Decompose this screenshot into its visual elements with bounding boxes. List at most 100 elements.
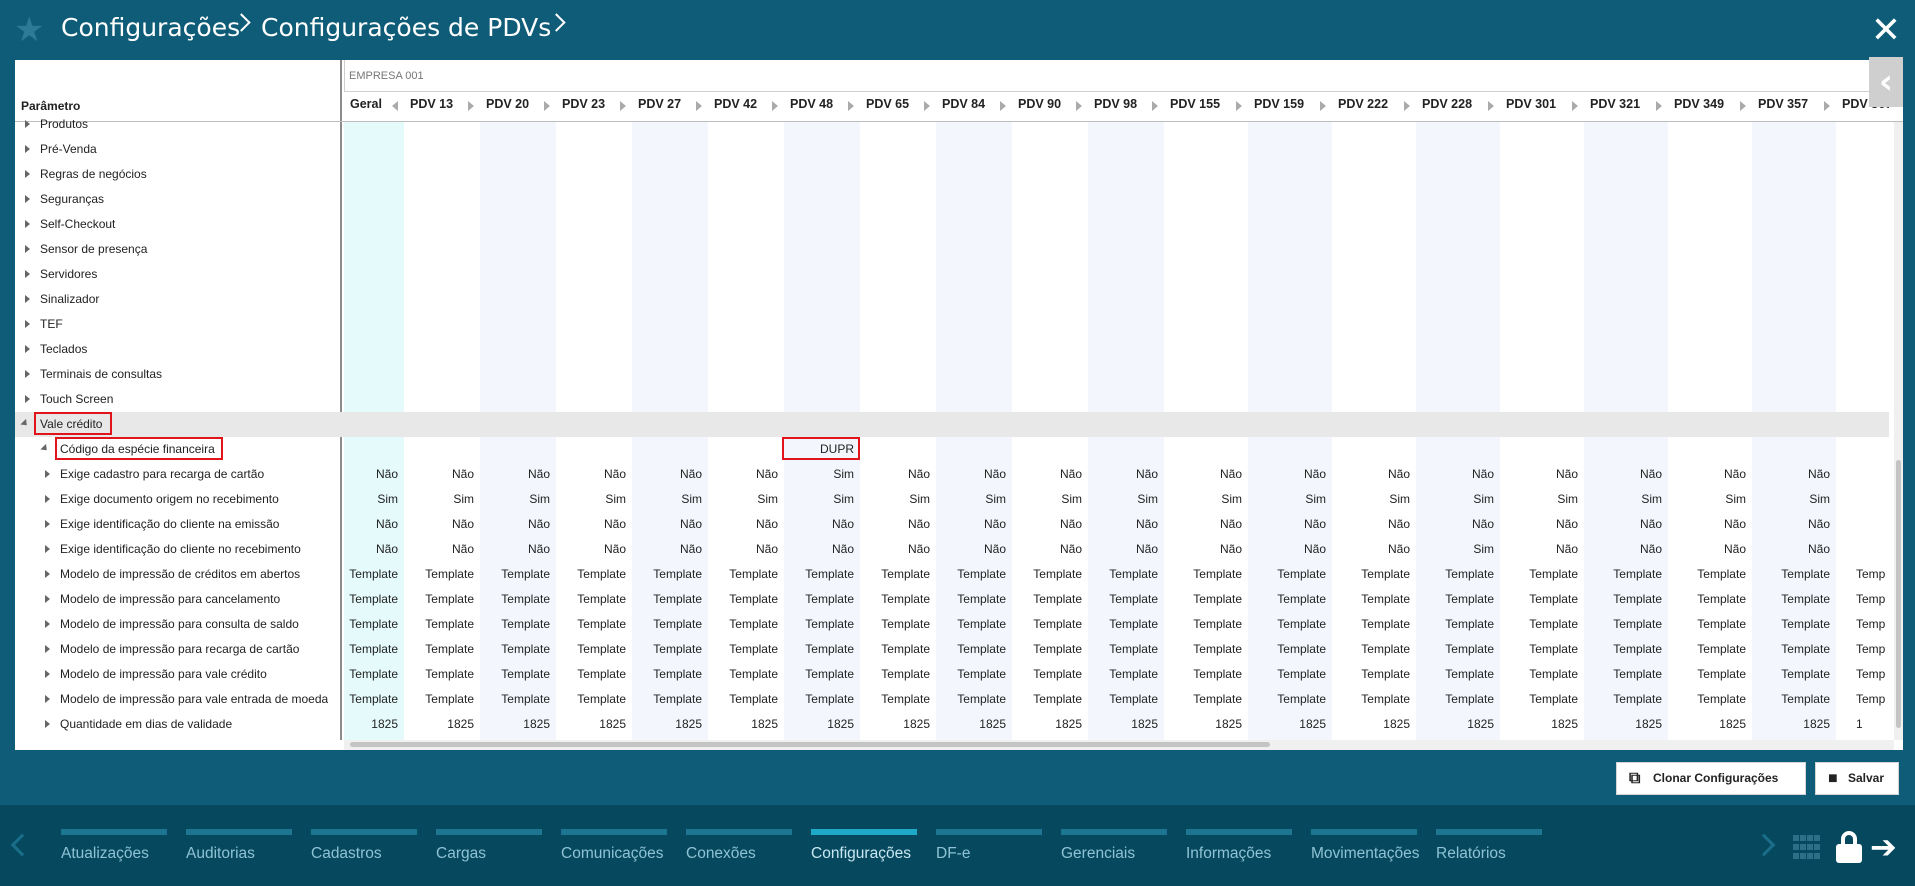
value-cell[interactable]: Template <box>1332 667 1410 681</box>
value-cell[interactable]: Temp <box>1856 592 1889 606</box>
value-cell[interactable]: Não <box>1164 542 1242 556</box>
value-cell[interactable]: Template <box>1248 667 1326 681</box>
nav-item[interactable]: Conexões <box>686 829 792 869</box>
nav-item[interactable]: Configurações <box>811 829 917 869</box>
value-cell[interactable]: Template <box>480 567 550 581</box>
column-header[interactable]: PDV 65 <box>866 97 909 111</box>
value-cell[interactable]: 1825 <box>936 717 1006 731</box>
collapse-panel-icon[interactable]: ‹ <box>1869 57 1903 107</box>
value-cell[interactable]: 1825 <box>1500 717 1578 731</box>
value-cell[interactable]: Não <box>936 542 1006 556</box>
value-cell[interactable]: Não <box>632 517 702 531</box>
value-cell[interactable]: Não <box>1248 517 1326 531</box>
group-row[interactable]: Sinalizador <box>15 287 1889 312</box>
nav-item[interactable]: Movimentações <box>1311 829 1420 869</box>
value-cell[interactable]: Template <box>1500 692 1578 706</box>
value-cell[interactable]: Temp <box>1856 642 1889 656</box>
value-cell[interactable]: Template <box>1416 667 1494 681</box>
value-cell[interactable]: Não <box>1584 467 1662 481</box>
collapse-arrow-icon[interactable] <box>40 443 50 454</box>
value-cell[interactable]: Template <box>556 642 626 656</box>
nav-item[interactable]: DF-e <box>936 829 1042 869</box>
value-cell[interactable]: Template <box>1584 592 1662 606</box>
expand-arrow-icon[interactable] <box>45 545 50 553</box>
value-cell[interactable]: Não <box>860 517 930 531</box>
value-cell[interactable]: Não <box>860 467 930 481</box>
value-cell[interactable]: Template <box>480 667 550 681</box>
value-cell[interactable]: Sim <box>404 492 474 506</box>
value-cell[interactable]: Template <box>1088 617 1158 631</box>
value-cell[interactable]: 1825 <box>860 717 930 731</box>
collapse-arrow-icon[interactable] <box>20 418 30 429</box>
apps-grid-icon[interactable] <box>1793 835 1821 861</box>
expand-arrow-icon[interactable] <box>45 470 50 478</box>
value-cell[interactable]: Template <box>1164 617 1242 631</box>
parameter-row[interactable]: Modelo de impressão para consulta de sal… <box>15 612 1889 637</box>
column-header[interactable]: PDV 321 <box>1590 97 1640 111</box>
expand-arrow-icon[interactable] <box>45 570 50 578</box>
value-cell[interactable]: Template <box>632 592 702 606</box>
value-cell[interactable]: Template <box>1248 642 1326 656</box>
arrow-right-icon[interactable] <box>1656 101 1662 111</box>
value-cell[interactable]: Template <box>1416 617 1494 631</box>
column-header[interactable]: PDV 20 <box>486 97 529 111</box>
value-cell[interactable]: Template <box>860 692 930 706</box>
value-cell[interactable]: Não <box>480 542 550 556</box>
group-row[interactable]: Self-Checkout <box>15 212 1889 237</box>
value-cell[interactable]: Não <box>1248 467 1326 481</box>
nav-item[interactable]: Relatórios <box>1436 829 1542 869</box>
value-cell[interactable]: 1825 <box>1248 717 1326 731</box>
value-cell[interactable]: Template <box>1584 667 1662 681</box>
value-cell[interactable]: Template <box>1584 642 1662 656</box>
value-cell[interactable]: Não <box>1332 467 1410 481</box>
value-cell[interactable]: Sim <box>556 492 626 506</box>
expand-arrow-icon[interactable] <box>25 295 30 303</box>
value-cell[interactable]: Template <box>784 642 854 656</box>
value-cell[interactable]: Não <box>556 517 626 531</box>
arrow-right-icon[interactable] <box>1740 101 1746 111</box>
value-cell[interactable]: Não <box>404 542 474 556</box>
value-cell[interactable]: Sim <box>1500 492 1578 506</box>
column-header[interactable]: PDV 27 <box>638 97 681 111</box>
parameter-row[interactable]: Modelo de impressão para recarga de cart… <box>15 637 1889 662</box>
value-cell[interactable]: Template <box>556 667 626 681</box>
value-cell[interactable]: 1825 <box>708 717 778 731</box>
value-cell[interactable]: Template <box>1668 642 1746 656</box>
nav-item[interactable]: Atualizações <box>61 829 167 869</box>
vertical-scrollbar-thumb[interactable] <box>1896 460 1901 728</box>
value-cell[interactable]: Template <box>480 642 550 656</box>
value-cell[interactable]: Sim <box>1416 542 1494 556</box>
value-cell[interactable]: Não <box>480 517 550 531</box>
arrow-right-icon[interactable] <box>620 101 626 111</box>
expand-arrow-icon[interactable] <box>45 695 50 703</box>
arrow-left-icon[interactable] <box>392 101 398 111</box>
arrow-right-icon[interactable] <box>1000 101 1006 111</box>
value-cell[interactable]: Template <box>1752 617 1830 631</box>
value-cell[interactable]: Template <box>1248 617 1326 631</box>
value-cell[interactable]: Sim <box>1752 492 1830 506</box>
value-cell[interactable]: Template <box>404 642 474 656</box>
value-cell[interactable]: Template <box>1012 692 1082 706</box>
value-cell[interactable]: Sim <box>1248 492 1326 506</box>
group-row[interactable]: Regras de negócios <box>15 162 1889 187</box>
column-header[interactable]: PDV 155 <box>1170 97 1220 111</box>
column-header[interactable]: PDV 301 <box>1506 97 1556 111</box>
value-cell[interactable]: Template <box>1668 667 1746 681</box>
value-cell[interactable]: Template <box>784 692 854 706</box>
value-cell[interactable]: Não <box>1416 467 1494 481</box>
value-cell[interactable]: Template <box>1416 567 1494 581</box>
value-cell[interactable]: Template <box>480 617 550 631</box>
logout-arrow-icon[interactable]: ➔ <box>1870 829 1906 865</box>
group-row[interactable]: Pré-Venda <box>15 137 1889 162</box>
value-cell[interactable]: 1825 <box>1668 717 1746 731</box>
arrow-right-icon[interactable] <box>468 101 474 111</box>
value-cell[interactable]: Template <box>1164 567 1242 581</box>
expand-arrow-icon[interactable] <box>25 320 30 328</box>
value-cell[interactable]: 1825 <box>1752 717 1830 731</box>
value-cell[interactable]: Sim <box>784 492 854 506</box>
value-cell[interactable]: Template <box>404 617 474 631</box>
expand-arrow-icon[interactable] <box>45 645 50 653</box>
value-cell[interactable]: Template <box>936 567 1006 581</box>
save-button[interactable]: ■ Salvar <box>1815 762 1899 795</box>
nav-item[interactable]: Cargas <box>436 829 542 869</box>
